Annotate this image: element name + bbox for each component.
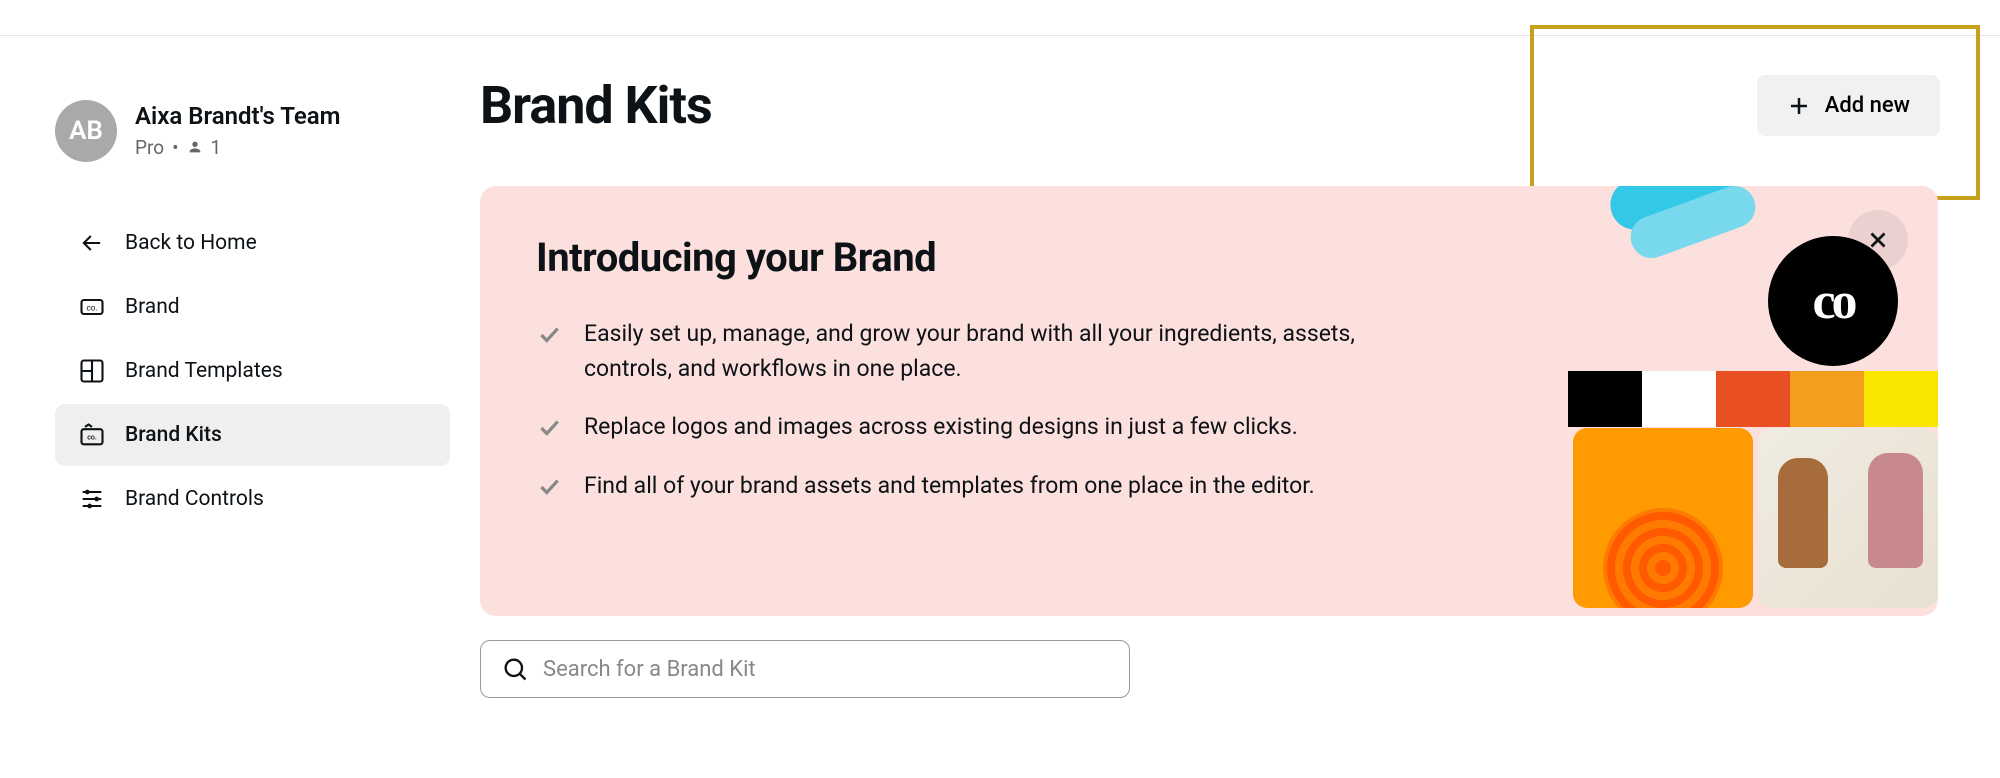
plus-icon: [1787, 94, 1811, 118]
avatar: AB: [55, 100, 117, 162]
color-swatch: [1568, 371, 1642, 427]
intro-item-text: Replace logos and images across existing…: [584, 410, 1298, 445]
nav-label: Brand Controls: [125, 487, 264, 511]
intro-item-text: Easily set up, manage, and grow your bra…: [584, 317, 1436, 386]
sample-color-swatches: [1568, 371, 1938, 427]
svg-text:co.: co.: [87, 434, 97, 442]
sample-thumbnail: [1758, 428, 1938, 608]
sidebar-item-brand[interactable]: co. Brand: [55, 276, 450, 338]
brand-icon: co.: [77, 292, 107, 322]
sidebar: AB Aixa Brandt's Team Pro • 1 Back to Ho…: [0, 55, 480, 698]
page-title: Brand Kits: [480, 75, 712, 136]
intro-panel: Introducing your Brand Easily set up, ma…: [480, 186, 1938, 616]
sample-thumbnail: [1573, 428, 1753, 608]
brand-kits-icon: co.: [77, 420, 107, 450]
close-icon: [1865, 227, 1891, 253]
search-input[interactable]: [543, 657, 1109, 682]
decorative-shape: [1603, 186, 1742, 237]
page-header: Brand Kits Add new: [480, 75, 1960, 136]
meta-dot: •: [172, 136, 178, 159]
templates-icon: [77, 356, 107, 386]
sidebar-item-kits[interactable]: co. Brand Kits: [55, 404, 450, 466]
close-intro-button[interactable]: [1848, 210, 1908, 270]
add-new-label: Add new: [1825, 93, 1910, 118]
nav-label: Brand: [125, 295, 180, 319]
intro-item: Replace logos and images across existing…: [536, 410, 1436, 445]
intro-item-text: Find all of your brand assets and templa…: [584, 469, 1315, 504]
intro-item: Easily set up, manage, and grow your bra…: [536, 317, 1436, 386]
nav-label: Brand Kits: [125, 423, 222, 447]
sidebar-item-controls[interactable]: Brand Controls: [55, 468, 450, 530]
intro-item: Find all of your brand assets and templa…: [536, 469, 1436, 504]
color-swatch: [1790, 371, 1864, 427]
nav-label: Brand Templates: [125, 359, 283, 383]
arrow-left-icon: [77, 228, 107, 258]
check-icon: [536, 321, 562, 347]
nav-label: Back to Home: [125, 231, 257, 255]
sidebar-item-back[interactable]: Back to Home: [55, 212, 450, 274]
add-new-button[interactable]: Add new: [1757, 75, 1940, 136]
search-bar[interactable]: [480, 640, 1130, 698]
main-content: Brand Kits Add new Introducing your Bran…: [480, 55, 2000, 698]
team-switcher[interactable]: AB Aixa Brandt's Team Pro • 1: [55, 100, 450, 162]
team-name: Aixa Brandt's Team: [135, 103, 341, 129]
svg-text:co.: co.: [86, 303, 97, 313]
color-swatch: [1864, 371, 1938, 427]
intro-heading: Introducing your Brand: [536, 234, 1882, 281]
team-meta: Pro • 1: [135, 136, 341, 159]
search-icon: [501, 655, 529, 683]
plan-label: Pro: [135, 136, 164, 159]
intro-list: Easily set up, manage, and grow your bra…: [536, 317, 1436, 503]
sliders-icon: [77, 484, 107, 514]
sidebar-nav: Back to Home co. Brand Brand Templates c…: [55, 212, 450, 530]
check-icon: [536, 414, 562, 440]
team-text: Aixa Brandt's Team Pro • 1: [135, 103, 341, 158]
color-swatch: [1642, 371, 1716, 427]
person-icon: [187, 139, 203, 155]
color-swatch: [1716, 371, 1790, 427]
sidebar-item-templates[interactable]: Brand Templates: [55, 340, 450, 402]
check-icon: [536, 473, 562, 499]
member-count: 1: [211, 136, 222, 159]
